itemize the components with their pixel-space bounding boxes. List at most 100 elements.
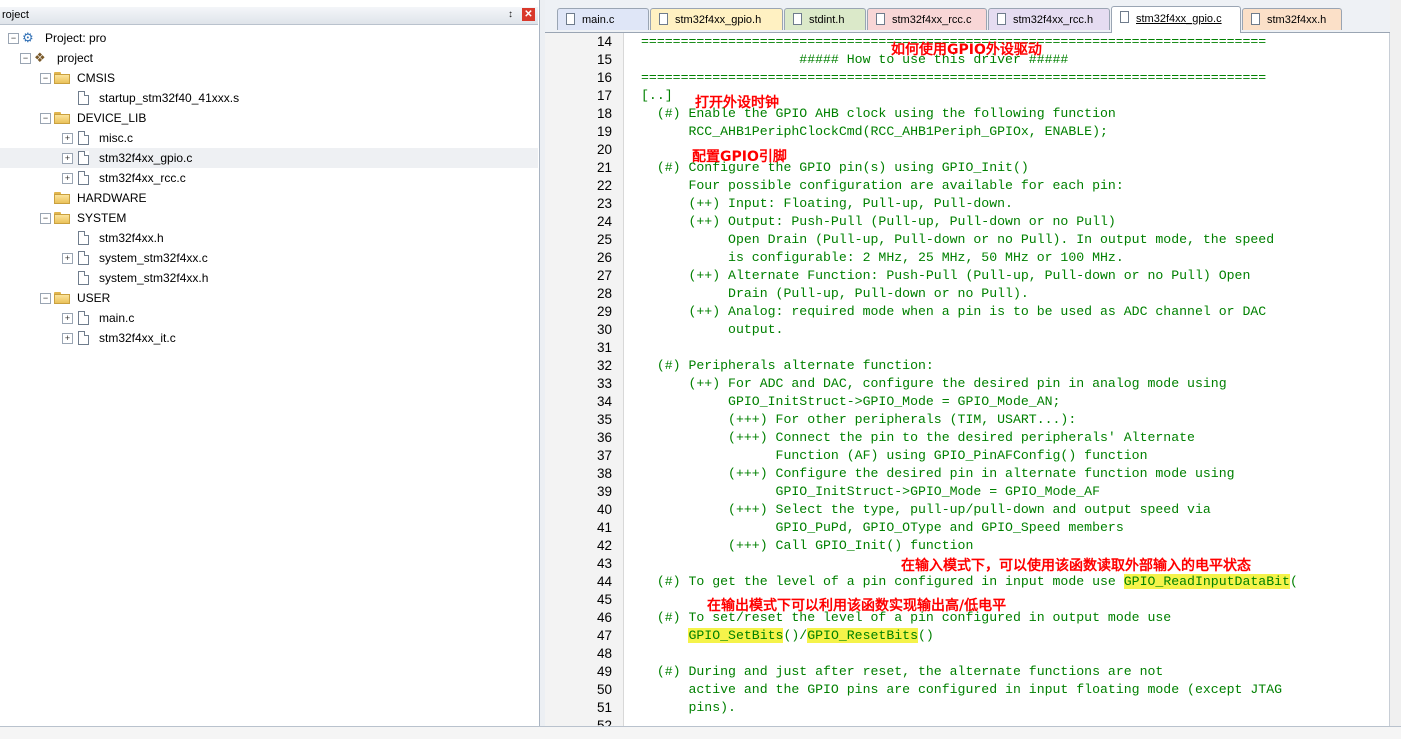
code-text: Open Drain (Pull-up, Pull-down or no Pul…: [641, 232, 1275, 247]
line-number: 38: [596, 466, 612, 481]
line-number: 42: [596, 538, 612, 553]
code-text: (+++) Connect the pin to the desired per…: [641, 430, 1195, 445]
line-number: 14: [596, 34, 612, 49]
code-text: ()/: [783, 628, 808, 643]
line-number: 16: [596, 70, 612, 85]
tree-item-systemh[interactable]: system_stm32f4xx.h: [0, 268, 538, 288]
expand-icon[interactable]: +: [62, 333, 73, 344]
expand-icon[interactable]: +: [62, 313, 73, 324]
close-icon[interactable]: ✕: [522, 8, 535, 21]
code-line[interactable]: (++) For ADC and DAC, configure the desi…: [641, 375, 1226, 393]
code-line[interactable]: (#) During and just after reset, the alt…: [641, 663, 1164, 681]
tree-item-project[interactable]: − ❖ project: [0, 48, 538, 68]
line-number: 29: [596, 304, 612, 319]
code-line[interactable]: Four possible configuration are availabl…: [641, 177, 1123, 195]
tab-label: stm32f4xx_rcc.c: [892, 14, 972, 26]
code-text: (+++) Select the type, pull-up/pull-down…: [641, 502, 1211, 517]
code-line[interactable]: GPIO_InitStruct->GPIO_Mode = GPIO_Mode_A…: [641, 393, 1060, 411]
code-line[interactable]: Drain (Pull-up, Pull-down or no Pull).: [641, 285, 1029, 303]
collapse-icon[interactable]: −: [40, 113, 51, 124]
tree-item-label: Project: pro: [45, 31, 107, 45]
expand-icon[interactable]: +: [62, 253, 73, 264]
code-line[interactable]: is configurable: 2 MHz, 25 MHz, 50 MHz o…: [641, 249, 1124, 267]
tree-item-user[interactable]: − USER: [0, 288, 538, 308]
folder-icon: [54, 192, 70, 204]
collapse-icon[interactable]: −: [20, 53, 31, 64]
code-line[interactable]: (++) Alternate Function: Push-Pull (Pull…: [641, 267, 1250, 285]
tab-stm32f4xx-rcc-c[interactable]: stm32f4xx_rcc.c: [867, 8, 987, 30]
collapse-icon[interactable]: −: [40, 293, 51, 304]
code-line[interactable]: (++) Input: Floating, Pull-up, Pull-down…: [641, 195, 1013, 213]
highlighted-function: GPIO_ResetBits: [807, 628, 918, 643]
tab-stm32f4xx-rcc-h[interactable]: stm32f4xx_rcc.h: [988, 8, 1110, 30]
code-line[interactable]: (++) Output: Push-Pull (Pull-up, Pull-do…: [641, 213, 1115, 231]
folder-icon: [54, 212, 70, 224]
tab-stm32f4xx-h[interactable]: stm32f4xx.h: [1242, 8, 1342, 30]
tab-label: stm32f4xx_gpio.c: [1136, 13, 1222, 25]
tab-stm32f4xx-gpio-h[interactable]: stm32f4xx_gpio.h: [650, 8, 783, 30]
tree-item-hardware[interactable]: HARDWARE: [0, 188, 538, 208]
code-line[interactable]: ========================================…: [641, 69, 1266, 87]
collapse-icon[interactable]: −: [40, 213, 51, 224]
code-text: (): [918, 628, 934, 643]
collapse-icon[interactable]: −: [40, 73, 51, 84]
line-number: 52: [596, 718, 612, 726]
tree-item-label: SYSTEM: [77, 211, 127, 225]
pin-icon[interactable]: ↕: [505, 9, 516, 21]
code-text: active and the GPIO pins are configured …: [641, 682, 1283, 697]
code-text: (++) Input: Floating, Pull-up, Pull-down…: [641, 196, 1013, 211]
code-line[interactable]: (++) Analog: required mode when a pin is…: [641, 303, 1266, 321]
code-line[interactable]: GPIO_InitStruct->GPIO_Mode = GPIO_Mode_A…: [641, 483, 1100, 501]
code-line[interactable]: (#) To get the level of a pin configured…: [641, 573, 1298, 591]
tree-item-stm32h[interactable]: stm32f4xx.h: [0, 228, 538, 248]
code-line[interactable]: Open Drain (Pull-up, Pull-down or no Pul…: [641, 231, 1274, 249]
tree-item-device-lib[interactable]: − DEVICE_LIB: [0, 108, 538, 128]
expand-icon[interactable]: +: [62, 153, 73, 164]
tree-item-rcc[interactable]: + stm32f4xx_rcc.c: [0, 168, 538, 188]
code-line[interactable]: (+++) Connect the pin to the desired per…: [641, 429, 1195, 447]
code-text: (+++) For other peripherals (TIM, USART.…: [641, 412, 1077, 427]
code-editor[interactable]: 14 15 16 17 18 19 20 21 22 23 24 25 26 27 28 29 30 31 32 33…: [545, 33, 1390, 726]
tree-item-mainc[interactable]: + main.c: [0, 308, 538, 328]
code-text: pins).: [641, 700, 736, 715]
line-number: 34: [596, 394, 612, 409]
code-line[interactable]: (+++) Select the type, pull-up/pull-down…: [641, 501, 1211, 519]
tree-item-misc[interactable]: + misc.c: [0, 128, 538, 148]
code-text: Drain (Pull-up, Pull-down or no Pull).: [641, 286, 1029, 301]
tree-item-cmsis[interactable]: − CMSIS: [0, 68, 538, 88]
tree-item-root[interactable]: − ⚙ Project: pro: [0, 28, 538, 48]
tab-main-c[interactable]: main.c: [557, 8, 649, 30]
collapse-icon[interactable]: −: [8, 33, 19, 44]
code-line[interactable]: (+++) Call GPIO_Init() function: [641, 537, 973, 555]
expand-icon[interactable]: +: [62, 133, 73, 144]
tree-item-itc[interactable]: + stm32f4xx_it.c: [0, 328, 538, 348]
code-line[interactable]: (+++) Configure the desired pin in alter…: [641, 465, 1235, 483]
code-line[interactable]: output.: [641, 321, 783, 339]
tab-stdint-h[interactable]: stdint.h: [784, 8, 866, 30]
code-line[interactable]: (#) Peripherals alternate function:: [641, 357, 934, 375]
code-text: (: [1289, 574, 1298, 589]
tab-stm32f4xx-gpio-c[interactable]: stm32f4xx_gpio.c: [1111, 6, 1241, 33]
tree-item-startup[interactable]: startup_stm32f40_41xxx.s: [0, 88, 538, 108]
line-number: 43: [596, 556, 612, 571]
code-line[interactable]: pins).: [641, 699, 736, 717]
file-icon: [78, 151, 89, 165]
code-line[interactable]: active and the GPIO pins are configured …: [641, 681, 1282, 699]
code-line[interactable]: Function (AF) using GPIO_PinAFConfig() f…: [641, 447, 1148, 465]
line-number: 37: [596, 448, 612, 463]
tree-item-systemc[interactable]: + system_stm32f4xx.c: [0, 248, 538, 268]
code-line[interactable]: (+++) For other peripherals (TIM, USART.…: [641, 411, 1076, 429]
line-number: 26: [596, 250, 612, 265]
tree-item-system[interactable]: − SYSTEM: [0, 208, 538, 228]
expand-icon[interactable]: +: [62, 173, 73, 184]
tree-item-label: system_stm32f4xx.h: [99, 271, 209, 285]
line-number: 15: [596, 52, 612, 67]
tree-item-gpio[interactable]: + stm32f4xx_gpio.c: [0, 148, 538, 168]
code-line[interactable]: RCC_AHB1PeriphClockCmd(RCC_AHB1Periph_GP…: [641, 123, 1107, 141]
code-line[interactable]: [..]: [641, 87, 673, 105]
file-icon: [78, 271, 89, 285]
code-line[interactable]: GPIO_PuPd, GPIO_OType and GPIO_Speed mem…: [641, 519, 1124, 537]
code-text: (#) Peripherals alternate function:: [641, 358, 934, 373]
code-text: (#) During and just after reset, the alt…: [641, 664, 1164, 679]
code-line[interactable]: GPIO_SetBits()/GPIO_ResetBits(): [641, 627, 934, 645]
